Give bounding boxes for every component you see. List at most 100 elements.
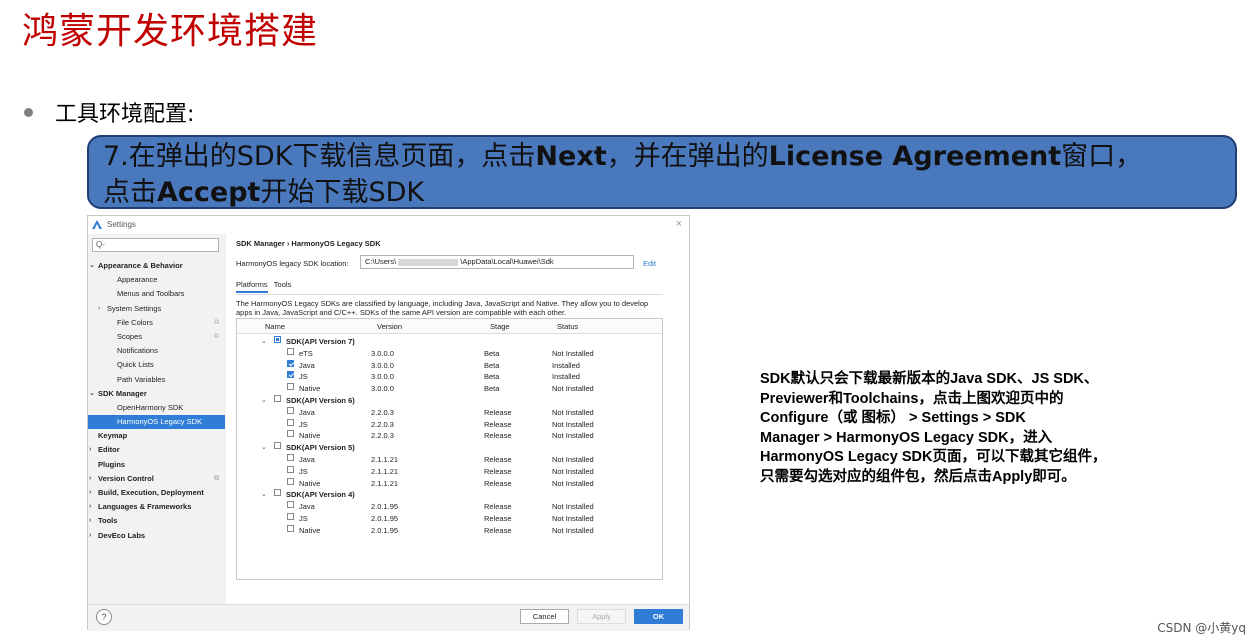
sdk-location-input[interactable]: C:\Users\ \AppData\Local\Huawei\Sdk xyxy=(360,255,634,269)
cell-version: 2.2.0.3 xyxy=(371,419,394,429)
component-checkbox[interactable] xyxy=(287,359,294,367)
group-name: SDK(API Version 4) xyxy=(286,490,355,500)
table-header: Name Version Stage Status xyxy=(237,319,662,334)
table-row-group[interactable]: ⌄ SDK(API Version 5) xyxy=(237,442,662,454)
cell-version: 2.0.1.95 xyxy=(371,525,399,535)
table-row[interactable]: Native 2.2.0.3 Release Not Installed xyxy=(237,430,662,442)
table-row[interactable]: Java 3.0.0.0 Beta Installed xyxy=(237,359,662,372)
component-checkbox[interactable] xyxy=(287,371,294,379)
sidebar-item[interactable]: File Colors ⧉ xyxy=(88,316,225,330)
component-checkbox[interactable] xyxy=(287,513,294,520)
sidebar-item[interactable]: › DevEco Labs xyxy=(88,529,225,543)
tab-platforms[interactable]: Platforms xyxy=(236,280,268,293)
search-input[interactable]: Q- xyxy=(92,238,219,252)
group-checkbox[interactable] xyxy=(274,395,281,402)
sidebar-item[interactable]: › Version Control ⧉ xyxy=(88,472,225,486)
chevron-down-icon[interactable]: ⌄ xyxy=(261,336,267,348)
table-row[interactable]: JS 2.1.1.21 Release Not Installed xyxy=(237,465,662,478)
group-checkbox[interactable] xyxy=(274,489,281,497)
cell-status: Not Installed xyxy=(552,478,594,488)
component-checkbox[interactable] xyxy=(287,465,294,473)
sidebar-item[interactable]: ⌄ SDK Manager xyxy=(88,387,225,401)
tab-tools[interactable]: Tools xyxy=(274,280,292,291)
cell-status: Not Installed xyxy=(552,431,594,441)
chevron-down-icon[interactable]: ⌄ xyxy=(261,395,267,407)
table-row-group[interactable]: ⌄ SDK(API Version 4) xyxy=(237,489,662,501)
column-header-status[interactable]: Status xyxy=(557,322,578,331)
column-header-stage[interactable]: Stage xyxy=(490,322,510,331)
component-checkbox[interactable] xyxy=(287,430,294,438)
sidebar-item[interactable]: › Tools xyxy=(88,514,225,528)
group-checkbox[interactable] xyxy=(274,442,281,450)
step-text: 7.在弹出的SDK下载信息页面，点击 xyxy=(103,141,536,172)
sidebar-item[interactable]: Appearance xyxy=(88,273,225,287)
sidebar-item[interactable]: Scopes ⧉ xyxy=(88,330,225,344)
cell-version: 2.1.1.21 xyxy=(371,466,399,476)
table-row[interactable]: JS 3.0.0.0 Beta Installed xyxy=(237,371,662,383)
chevron-right-icon[interactable]: › xyxy=(89,529,91,543)
chevron-down-icon[interactable]: ⌄ xyxy=(89,259,95,273)
sidebar-item[interactable]: Quick Lists xyxy=(88,358,225,372)
sidebar-item[interactable]: Path Variables xyxy=(88,373,225,387)
chevron-right-icon[interactable]: › xyxy=(98,302,100,316)
chevron-right-icon[interactable]: › xyxy=(89,500,91,514)
step-callout: 7.在弹出的SDK下载信息页面，点击Next，并在弹出的License Agre… xyxy=(87,135,1237,209)
chevron-down-icon[interactable]: ⌄ xyxy=(89,387,95,401)
sidebar-item-label: Appearance xyxy=(117,275,158,285)
component-checkbox[interactable] xyxy=(287,454,294,461)
table-row[interactable]: Native 3.0.0.0 Beta Not Installed xyxy=(237,383,662,395)
sidebar-item[interactable]: Notifications xyxy=(88,344,225,358)
cell-status: Not Installed xyxy=(552,455,594,464)
table-row[interactable]: Java 2.1.1.21 Release Not Installed xyxy=(237,454,662,466)
sidebar-item[interactable]: Menus and Toolbars xyxy=(88,287,225,301)
table-row[interactable]: Java 2.2.0.3 Release Not Installed xyxy=(237,406,662,419)
help-button[interactable]: ? xyxy=(96,609,112,625)
deveco-logo-icon xyxy=(92,220,102,229)
component-checkbox[interactable] xyxy=(287,524,294,532)
apply-button[interactable]: Apply xyxy=(577,609,626,624)
column-header-name[interactable]: Name xyxy=(265,322,285,331)
sidebar-item[interactable]: HarmonyOS Legacy SDK xyxy=(88,415,225,430)
table-row[interactable]: Native 2.1.1.21 Release Not Installed xyxy=(237,477,662,490)
cell-version: 2.2.0.3 xyxy=(371,431,394,441)
component-checkbox[interactable] xyxy=(287,501,294,509)
cancel-button[interactable]: Cancel xyxy=(520,609,569,624)
chevron-right-icon[interactable]: › xyxy=(89,486,91,500)
ok-button[interactable]: OK xyxy=(634,609,683,624)
sdk-description: The HarmonyOS Legacy SDKs are classified… xyxy=(236,299,649,317)
sdk-location-suffix: \AppData\Local\Huawei\Sdk xyxy=(460,257,554,266)
sidebar-item[interactable]: OpenHarmony SDK xyxy=(88,401,225,415)
cell-version: 3.0.0.0 xyxy=(371,348,394,358)
chevron-right-icon[interactable]: › xyxy=(89,514,91,528)
cell-status: Not Installed xyxy=(552,466,594,476)
component-checkbox[interactable] xyxy=(287,406,294,414)
column-header-version[interactable]: Version xyxy=(377,322,402,331)
sidebar-item[interactable]: Plugins xyxy=(88,458,225,472)
cell-name: Java xyxy=(299,502,315,512)
table-row[interactable]: JS 2.2.0.3 Release Not Installed xyxy=(237,418,662,431)
group-name: SDK(API Version 6) xyxy=(286,396,355,405)
component-checkbox[interactable] xyxy=(287,477,294,485)
close-icon[interactable]: × xyxy=(676,218,682,230)
component-checkbox[interactable] xyxy=(287,347,294,355)
table-row-group[interactable]: ⌄ SDK(API Version 7) xyxy=(237,336,662,348)
chevron-right-icon[interactable]: › xyxy=(89,443,91,457)
table-row[interactable]: Native 2.0.1.95 Release Not Installed xyxy=(237,524,662,537)
table-row[interactable]: JS 2.0.1.95 Release Not Installed xyxy=(237,513,662,525)
group-checkbox[interactable] xyxy=(274,336,281,343)
chevron-down-icon[interactable]: ⌄ xyxy=(261,442,267,454)
sidebar-item[interactable]: › System Settings xyxy=(88,302,225,316)
edit-link[interactable]: Edit xyxy=(643,259,656,268)
chevron-down-icon[interactable]: ⌄ xyxy=(261,489,267,501)
sidebar-item[interactable]: › Build, Execution, Deployment xyxy=(88,486,225,500)
component-checkbox[interactable] xyxy=(287,383,294,391)
sidebar-item[interactable]: › Languages & Frameworks xyxy=(88,500,225,514)
chevron-right-icon[interactable]: › xyxy=(89,472,91,486)
component-checkbox[interactable] xyxy=(287,418,294,426)
sidebar-item[interactable]: › Editor xyxy=(88,443,225,457)
sidebar-item[interactable]: ⌄ Appearance & Behavior xyxy=(88,259,225,273)
table-row-group[interactable]: ⌄ SDK(API Version 6) xyxy=(237,395,662,407)
sidebar-item[interactable]: Keymap xyxy=(88,429,225,443)
table-row[interactable]: Java 2.0.1.95 Release Not Installed xyxy=(237,501,662,513)
table-row[interactable]: eTS 3.0.0.0 Beta Not Installed xyxy=(237,347,662,360)
